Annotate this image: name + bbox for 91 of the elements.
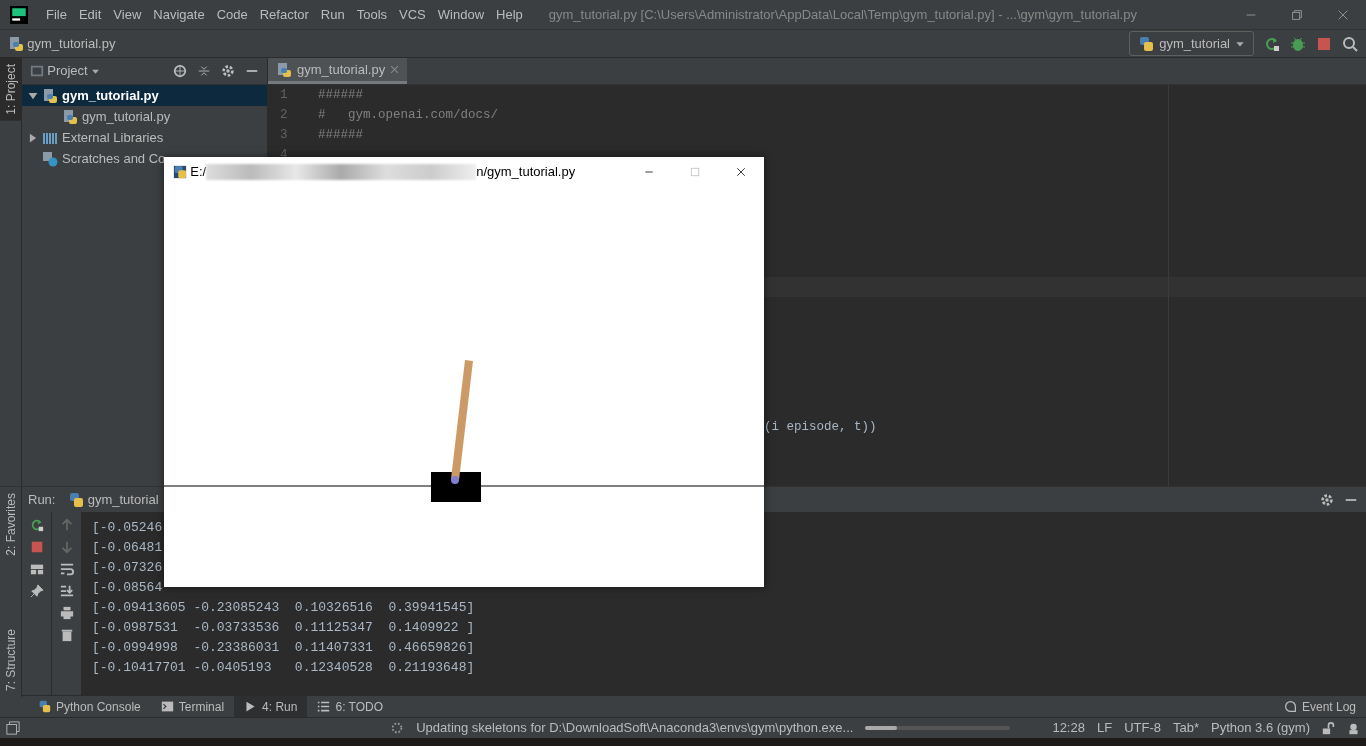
python-file-icon	[62, 108, 78, 125]
python-file-icon	[276, 61, 292, 78]
tool-window-tab[interactable]: 6: TODO	[307, 695, 394, 718]
console-line: [-0.0994998 -0.23386031 0.11407331 0.46659826]	[92, 639, 476, 657]
menu-item[interactable]: VCS	[393, 4, 432, 25]
lock-icon[interactable]	[1322, 721, 1335, 735]
python-icon	[1138, 35, 1155, 52]
panel-icon	[30, 64, 44, 78]
collapsed-arrow-icon	[28, 132, 38, 143]
status-item[interactable]: UTF-8	[1124, 718, 1161, 738]
list-icon	[317, 700, 331, 713]
line-number: 3	[279, 126, 289, 144]
speech-bubble-icon	[1283, 700, 1297, 713]
menu-item[interactable]: Code	[210, 4, 254, 25]
scroll-end-icon[interactable]	[59, 584, 74, 598]
search-icon[interactable]	[1342, 35, 1358, 52]
tool-window-tab[interactable]: 4: Run	[234, 695, 308, 718]
rerun-icon[interactable]	[1264, 35, 1280, 52]
console-line: [-0.0987531 -0.03733536 0.11125347 0.1409922 ]	[92, 619, 476, 637]
menu-item[interactable]: File	[40, 4, 73, 25]
console-line: [-0.09413605 -0.23085243 0.10326516 0.39941545]	[92, 599, 476, 617]
restore-icon[interactable]	[1290, 7, 1304, 22]
app-logo-icon	[10, 5, 28, 24]
status-item[interactable]: Python 3.6 (gym)	[1211, 718, 1310, 738]
side-tab[interactable]: 2: Favorites	[0, 487, 21, 562]
target-icon[interactable]	[173, 64, 187, 78]
print-icon[interactable]	[59, 606, 74, 620]
tool-window-tab[interactable]: Python Console	[28, 695, 151, 718]
line-number: 1	[279, 86, 289, 104]
rerun-icon[interactable]	[29, 518, 44, 532]
terminal-icon	[160, 700, 174, 713]
status-item[interactable]: LF	[1096, 718, 1113, 738]
window-title: gym_tutorial.py [C:\Users\Administrator\AppData\Local\Temp\gym_tutorial.py] - ...\gym\gym_tutorial.py	[548, 5, 1137, 24]
menu-item[interactable]: Run	[314, 4, 351, 25]
tree-item[interactable]: gym_tutorial.py	[22, 85, 267, 106]
collapse-icon[interactable]	[197, 64, 211, 78]
console-line: [-0.06481	[92, 539, 164, 557]
menu-item[interactable]: View	[107, 4, 148, 25]
run-config-dropdown[interactable]: gym_tutorial	[1129, 30, 1254, 57]
status-item[interactable]: Tab*	[1172, 718, 1199, 738]
layout-icon[interactable]	[29, 562, 44, 576]
status-item[interactable]: 12:28	[1052, 718, 1085, 738]
code-line: # gym.openai.com/docs/	[317, 106, 499, 124]
tree-item[interactable]: gym_tutorial.py	[22, 106, 177, 127]
tree-item[interactable]: External Libraries	[22, 127, 170, 148]
panel-title: Run:	[28, 490, 56, 509]
run-tab[interactable]: gym_tutorial	[68, 489, 159, 510]
popup-title: E:/	[190, 163, 207, 182]
wrap-icon[interactable]	[59, 562, 74, 576]
menu-item[interactable]: Tools	[350, 4, 394, 25]
pin-icon[interactable]	[29, 584, 44, 598]
code-line: ######	[317, 126, 363, 144]
python-icon	[38, 700, 51, 713]
breadcrumb[interactable]: gym_tutorial.py	[27, 33, 116, 54]
layout-toggle-icon[interactable]	[6, 721, 20, 735]
bug-icon[interactable]	[1290, 35, 1306, 52]
menu-item[interactable]: Edit	[72, 4, 108, 25]
popup-title: n/gym_tutorial.py	[476, 163, 576, 182]
console-line: [-0.05246	[92, 519, 164, 537]
stop-icon[interactable]	[1316, 35, 1332, 52]
menu-item[interactable]: Navigate	[147, 4, 211, 25]
close-icon[interactable]	[735, 166, 747, 178]
side-tab[interactable]: 7: Structure	[0, 622, 21, 697]
python-icon	[68, 491, 85, 508]
line-number: 2	[279, 106, 289, 124]
menu-item[interactable]: Window	[431, 4, 491, 25]
console-line: [-0.10417701 -0.0405193 0.12340528 0.21193648]	[92, 659, 476, 677]
scratch-icon	[42, 150, 58, 167]
folder-python-icon	[42, 87, 58, 104]
python-file-icon	[8, 35, 24, 52]
event-log-button[interactable]: Event Log	[1273, 695, 1366, 718]
editor-tab[interactable]: gym_tutorial.py	[268, 58, 408, 84]
play-icon	[244, 700, 258, 713]
menu-item[interactable]: Help	[490, 4, 529, 25]
trash-icon[interactable]	[59, 628, 74, 642]
code-line: (i episode, t))	[764, 419, 877, 436]
settings-icon[interactable]	[1320, 492, 1334, 507]
code-line: ######	[317, 86, 363, 104]
expanded-arrow-icon	[28, 90, 38, 101]
settings-icon[interactable]	[221, 64, 235, 78]
menu-item[interactable]: Refactor	[253, 4, 315, 25]
stop-icon[interactable]	[29, 540, 44, 554]
inspector-icon[interactable]	[1347, 721, 1360, 735]
python-icon	[173, 165, 187, 179]
console-line: [-0.08564	[92, 579, 164, 597]
status-message: Updating skeletons for D:\DownloadSoft\Anaconda3\envs\gym\python.exe...	[416, 719, 854, 738]
side-tab[interactable]: 1: Project	[0, 58, 21, 121]
console-line: [-0.07326	[92, 559, 164, 577]
spinner-icon	[390, 721, 405, 735]
tool-window-tab[interactable]: Terminal	[150, 695, 235, 718]
project-view-dropdown[interactable]: Project	[30, 61, 100, 81]
